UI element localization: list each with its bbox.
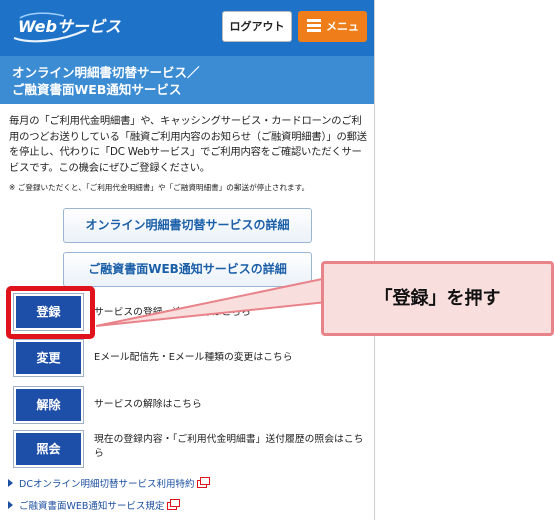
statement-terms-label: DCオンライン明細切替サービス利用特約 [19,479,195,490]
loan-terms-link[interactable]: ご融資書面WEB通知サービス規定 [8,496,207,518]
change-button[interactable]: 変更 [13,339,84,377]
change-description: Eメール配信先・Eメール種類の変更はこちら [94,352,293,363]
external-window-icon [197,477,211,488]
loan-notice-detail-button[interactable]: ご融資書面WEB通知サービスの詳細 [63,252,312,287]
arrow-right-icon [8,479,13,487]
note-text: ※ ご登録いただくと、「ご利用代金明細書」や「ご融資明細書」の郵送が停止されます… [9,183,310,192]
logout-button[interactable]: ログアウト [222,11,292,42]
menu-button[interactable]: メニュー [298,11,367,64]
arrow-right-icon [8,501,13,509]
phone-screen: Webサービス ログアウト メニュー オンライン明細書切替サービス／ ご融資書面… [0,0,375,520]
logo-text[interactable]: Webサービス [18,13,121,37]
inquiry-description: 現在の登録内容・「ご利用代金明細書」送付履歴の照会はこちら [94,434,364,459]
action-row-change: 変更 Eメール配信先・Eメール種類の変更はこちら [13,339,364,377]
instruction-callout: 「登録」を押す [321,261,554,336]
cancel-service-button[interactable]: 解除 [13,386,84,424]
page-title-line-1: オンライン明細書切替サービス／ [12,65,200,80]
action-row-inquiry: 照会 現在の登録内容・「ご利用代金明細書」送付履歴の照会はこちら [13,430,364,468]
app-header: Webサービス ログアウト メニュー [0,0,374,64]
statement-service-detail-button[interactable]: オンライン明細書切替サービスの詳細 [63,208,312,243]
loan-terms-label: ご融資書面WEB通知サービス規定 [19,501,165,512]
terms-links: DCオンライン明細切替サービス利用特約 ご融資書面WEB通知サービス規定 [8,474,211,518]
inquiry-button[interactable]: 照会 [13,430,84,468]
register-highlight-frame [6,286,95,339]
page-title-line-2: ご融資書面WEB通知サービス [12,82,182,97]
statement-terms-link[interactable]: DCオンライン明細切替サービス利用特約 [8,474,211,496]
intro-text: 毎月の「ご利用代金明細書」や、キャッシングサービス・カードローンのご利用のつどお… [9,115,367,174]
menu-icon [307,19,321,33]
page-title: オンライン明細書切替サービス／ ご融資書面WEB通知サービス [0,56,374,104]
external-window-icon [167,499,181,510]
cancel-service-description: サービスの解除はこちら [94,399,202,410]
action-row-cancel: 解除 サービスの解除はこちら [13,386,364,424]
